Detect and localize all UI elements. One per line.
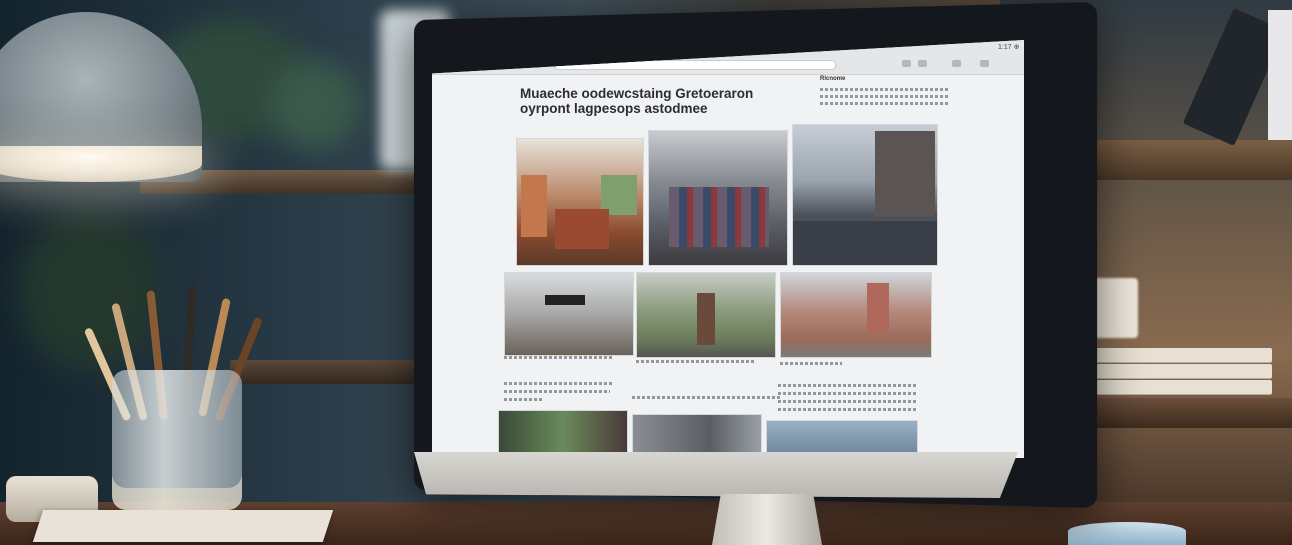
- office-table: [545, 295, 585, 305]
- browser-share-icon[interactable]: [918, 60, 927, 67]
- caption-text-line: [504, 356, 614, 359]
- sidebar-heading: Rlcnome: [820, 76, 846, 82]
- room-counter: [555, 209, 609, 249]
- sidebar-text-line: [820, 102, 948, 105]
- paper-sheet: [32, 510, 334, 542]
- sidebar-text-line: [820, 88, 948, 91]
- shelf-lower-left: [230, 360, 430, 384]
- browser-menu-icon[interactable]: [952, 60, 961, 67]
- book: [1072, 364, 1272, 378]
- caption-text-line: [636, 360, 756, 363]
- plant-blur-3: [270, 60, 360, 150]
- body-text-line: [778, 384, 918, 387]
- body-text-line: [504, 390, 610, 393]
- book: [1072, 380, 1272, 394]
- book-on-shelf: [1268, 10, 1292, 140]
- photo-brick-buildings[interactable]: [780, 272, 932, 358]
- city-road: [793, 221, 937, 265]
- caption-text-line: [780, 362, 842, 365]
- photo-street-crowd[interactable]: [648, 130, 788, 266]
- body-text-line: [632, 396, 782, 399]
- stacked-books: [1072, 340, 1272, 400]
- body-text-line: [778, 408, 918, 411]
- photo-park-statue[interactable]: [636, 272, 776, 358]
- monitor-screen: 1:17 ⊕ Muaeche oodewcstaing Gretoeraron …: [432, 40, 1024, 458]
- photo-office-interior[interactable]: [504, 272, 634, 356]
- brick-tower: [867, 283, 889, 333]
- room-shelves: [521, 175, 547, 237]
- body-text-line: [504, 398, 544, 401]
- photo-bottom-middle[interactable]: [632, 414, 762, 458]
- photo-bottom-left[interactable]: [498, 410, 628, 458]
- browser-extension-icon[interactable]: [902, 60, 911, 67]
- photo-interior-room[interactable]: [516, 138, 644, 266]
- browser-settings-icon[interactable]: [980, 60, 989, 67]
- book: [1072, 348, 1272, 362]
- pencil-jar: [112, 370, 242, 510]
- body-text-line: [778, 400, 918, 403]
- photo-scene: 1:17 ⊕ Muaeche oodewcstaing Gretoeraron …: [0, 0, 1292, 545]
- photo-city-street[interactable]: [792, 124, 938, 266]
- statue: [697, 293, 715, 345]
- sidebar-text-line: [820, 95, 948, 98]
- body-text-line: [504, 382, 614, 385]
- monitor-chin: [414, 452, 1018, 498]
- menu-bar-status: 1:17 ⊕: [998, 44, 1020, 51]
- article-headline: Muaeche oodewcstaing Gretoeraron oyrpont…: [520, 86, 754, 116]
- body-text-line: [778, 392, 918, 395]
- city-buildings: [875, 131, 935, 217]
- crowd-people: [669, 187, 769, 247]
- monitor-stand: [712, 494, 822, 545]
- cup: [1068, 522, 1186, 545]
